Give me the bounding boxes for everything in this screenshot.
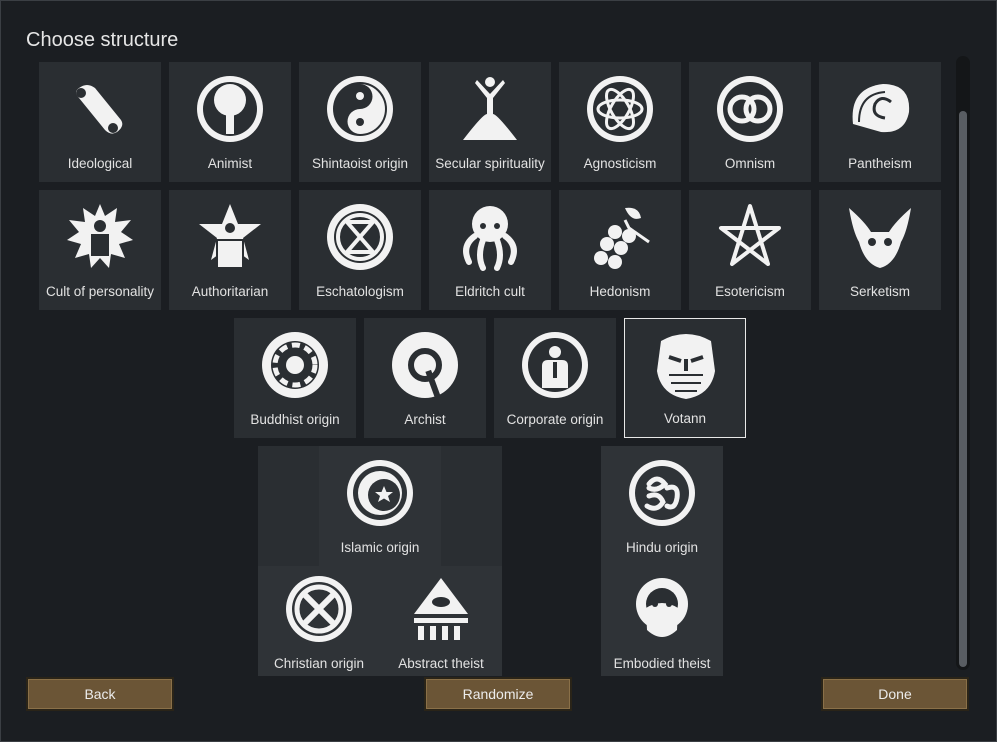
tile-label: Eschatologism: [316, 284, 404, 299]
businessman-icon: [522, 332, 588, 398]
randomize-button[interactable]: Randomize: [424, 677, 572, 711]
tile-label: Serketism: [849, 284, 910, 299]
tile-label: Christian origin: [273, 656, 365, 671]
grapes-icon: [594, 207, 650, 269]
tile-hedonism[interactable]: Hedonism: [559, 190, 681, 310]
yin-yang-icon: [327, 76, 393, 142]
tree-icon: [197, 76, 263, 142]
tile-hindu-origin[interactable]: Hindu origin: [601, 446, 723, 566]
tile-label: Corporate origin: [506, 412, 604, 427]
tile-animist[interactable]: Animist: [169, 62, 291, 182]
chi-rho-icon: [286, 576, 352, 642]
throne-figure-icon: [67, 204, 133, 268]
hourglass-icon: [327, 204, 393, 270]
tile-abstract-theist[interactable]: Abstract theist: [380, 566, 502, 676]
tile-label: Embodied theist: [613, 656, 711, 671]
tile-secular[interactable]: Secular spirituality: [429, 62, 551, 182]
podium-star-icon: [199, 204, 261, 269]
tile-label: Buddhist origin: [250, 412, 340, 427]
tile-pantheism[interactable]: Pantheism: [819, 62, 941, 182]
tile-label: Secular spirituality: [435, 156, 545, 171]
dharma-wheel-icon: [262, 332, 328, 398]
pentagram-icon: [719, 204, 781, 266]
tile-votann[interactable]: Votann: [624, 318, 746, 438]
tile-label: Esotericism: [715, 284, 785, 299]
tile-label: Pantheism: [848, 156, 912, 171]
scrollbar-thumb[interactable]: [959, 111, 967, 667]
tile-label: Omnism: [724, 156, 776, 171]
atom-icon: [587, 76, 653, 142]
tile-islamic-origin[interactable]: Islamic origin: [319, 446, 441, 566]
dialog-title: Choose structure: [26, 29, 179, 51]
tile-label: Votann: [663, 411, 707, 426]
secular-figure-icon: [463, 77, 517, 140]
tile-agnosticism[interactable]: Agnosticism: [559, 62, 681, 182]
omnism-icon: [717, 76, 783, 142]
tile-shintaoist[interactable]: Shintaoist origin: [299, 62, 421, 182]
tile-christian-origin[interactable]: Christian origin: [258, 566, 380, 676]
tile-label: Agnosticism: [583, 156, 657, 171]
tile-label: Authoritarian: [191, 284, 269, 299]
tile-label: Hindu origin: [625, 540, 699, 555]
tile-eschatologism[interactable]: Eschatologism: [299, 190, 421, 310]
tile-embodied-theist[interactable]: Embodied theist: [601, 566, 723, 676]
om-icon: [629, 460, 695, 526]
scroll-icon: [76, 85, 123, 134]
tile-label: Ideological: [67, 156, 133, 171]
tile-label: Cult of personality: [45, 284, 155, 299]
eye-temple-icon: [414, 578, 468, 640]
tile-corporate-origin[interactable]: Corporate origin: [494, 318, 616, 438]
crescent-star-icon: [347, 460, 413, 526]
tile-label: Shintaoist origin: [311, 156, 409, 171]
tile-cult-of-personality[interactable]: Cult of personality: [39, 190, 161, 310]
tile-label: Animist: [207, 156, 253, 171]
tile-label: Islamic origin: [340, 540, 420, 555]
archist-icon: [392, 332, 458, 399]
tentacle-icon: [463, 206, 517, 271]
choose-structure-dialog: Choose structure Ideological Animist Shi…: [0, 0, 997, 742]
tile-label: Abstract theist: [398, 656, 484, 671]
dwarf-face-icon: [657, 334, 715, 399]
back-button[interactable]: Back: [26, 677, 174, 711]
bearded-god-icon: [636, 578, 688, 637]
tile-label: Archist: [404, 412, 446, 427]
tile-label: Hedonism: [589, 284, 651, 299]
tile-omnism[interactable]: Omnism: [689, 62, 811, 182]
tile-buddhist-origin[interactable]: Buddhist origin: [234, 318, 356, 438]
tile-label: Eldritch cult: [455, 284, 525, 299]
tile-archist[interactable]: Archist: [364, 318, 486, 438]
tile-esotericism[interactable]: Esotericism: [689, 190, 811, 310]
shell-icon: [852, 84, 910, 133]
tile-eldritch-cult[interactable]: Eldritch cult: [429, 190, 551, 310]
tile-ideological[interactable]: Ideological: [39, 62, 161, 182]
tile-authoritarian[interactable]: Authoritarian: [169, 190, 291, 310]
insect-head-icon: [849, 208, 911, 268]
tile-serketism[interactable]: Serketism: [819, 190, 941, 310]
done-button[interactable]: Done: [821, 677, 969, 711]
